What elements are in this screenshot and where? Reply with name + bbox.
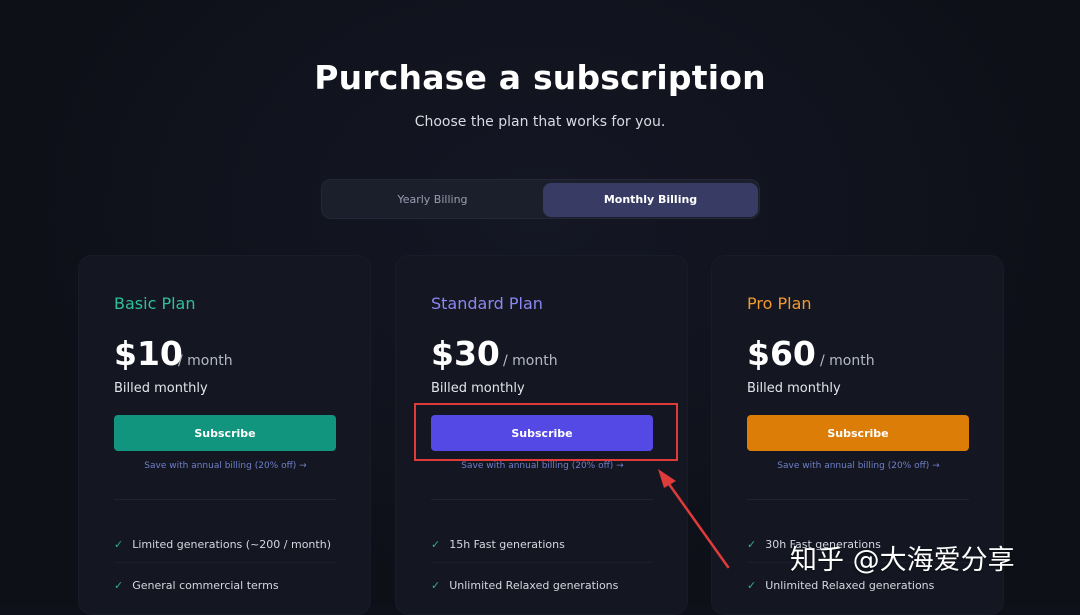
check-icon: ✓ bbox=[431, 579, 441, 592]
billing-toggle: Yearly Billing Monthly Billing bbox=[321, 179, 760, 219]
annual-billing-link[interactable]: Save with annual billing (20% off) → bbox=[79, 461, 372, 471]
plan-card-pro: Pro Plan $60 / month Billed monthly Subs… bbox=[711, 255, 1004, 615]
feature-label: Limited generations (~200 / month) bbox=[132, 538, 331, 551]
page-subtitle: Choose the plan that works for you. bbox=[414, 114, 666, 130]
plan-price: $30 bbox=[431, 334, 500, 373]
plan-billing-note: Billed monthly bbox=[114, 381, 208, 396]
feature-item: ✓ General commercial terms bbox=[114, 579, 279, 592]
divider bbox=[431, 562, 653, 563]
check-icon: ✓ bbox=[431, 538, 441, 551]
divider bbox=[114, 562, 336, 563]
plan-name: Basic Plan bbox=[114, 294, 196, 313]
page-title: Purchase a subscription bbox=[314, 58, 766, 97]
plan-price: $60 bbox=[747, 334, 816, 373]
check-icon: ✓ bbox=[747, 579, 757, 592]
feature-label: General commercial terms bbox=[132, 579, 279, 592]
subscription-page: Purchase a subscription Choose the plan … bbox=[0, 0, 1080, 615]
plan-name: Standard Plan bbox=[431, 294, 543, 313]
divider bbox=[747, 562, 969, 563]
check-icon: ✓ bbox=[114, 579, 124, 592]
yearly-billing-tab[interactable]: Yearly Billing bbox=[325, 183, 540, 217]
plan-price: $10 bbox=[114, 334, 183, 373]
subscribe-button-basic[interactable]: Subscribe bbox=[114, 415, 336, 451]
plan-period: / month bbox=[503, 353, 558, 369]
feature-item: ✓ Unlimited Relaxed generations bbox=[747, 579, 934, 592]
divider bbox=[747, 499, 969, 500]
feature-label: 30h Fast generations bbox=[765, 538, 881, 551]
plan-billing-note: Billed monthly bbox=[431, 381, 525, 396]
plan-period: / month bbox=[178, 353, 233, 369]
feature-item: ✓ Limited generations (~200 / month) bbox=[114, 538, 331, 551]
plan-name: Pro Plan bbox=[747, 294, 812, 313]
feature-label: Unlimited Relaxed generations bbox=[765, 579, 935, 592]
subscribe-button-standard[interactable]: Subscribe bbox=[431, 415, 653, 451]
feature-item: ✓ 30h Fast generations bbox=[747, 538, 881, 551]
divider bbox=[114, 499, 336, 500]
plan-billing-note: Billed monthly bbox=[747, 381, 841, 396]
monthly-billing-tab[interactable]: Monthly Billing bbox=[543, 183, 758, 217]
divider bbox=[431, 499, 653, 500]
feature-item: ✓ Unlimited Relaxed generations bbox=[431, 579, 618, 592]
annual-billing-link[interactable]: Save with annual billing (20% off) → bbox=[712, 461, 1005, 471]
plan-card-basic: Basic Plan $10 / month Billed monthly Su… bbox=[78, 255, 371, 615]
annual-billing-link[interactable]: Save with annual billing (20% off) → bbox=[396, 461, 689, 471]
feature-label: 15h Fast generations bbox=[449, 538, 565, 551]
feature-item: ✓ 15h Fast generations bbox=[431, 538, 565, 551]
plan-card-standard: Standard Plan $30 / month Billed monthly… bbox=[395, 255, 688, 615]
plan-period: / month bbox=[820, 353, 875, 369]
feature-label: Unlimited Relaxed generations bbox=[449, 579, 619, 592]
check-icon: ✓ bbox=[747, 538, 757, 551]
subscribe-button-pro[interactable]: Subscribe bbox=[747, 415, 969, 451]
check-icon: ✓ bbox=[114, 538, 124, 551]
